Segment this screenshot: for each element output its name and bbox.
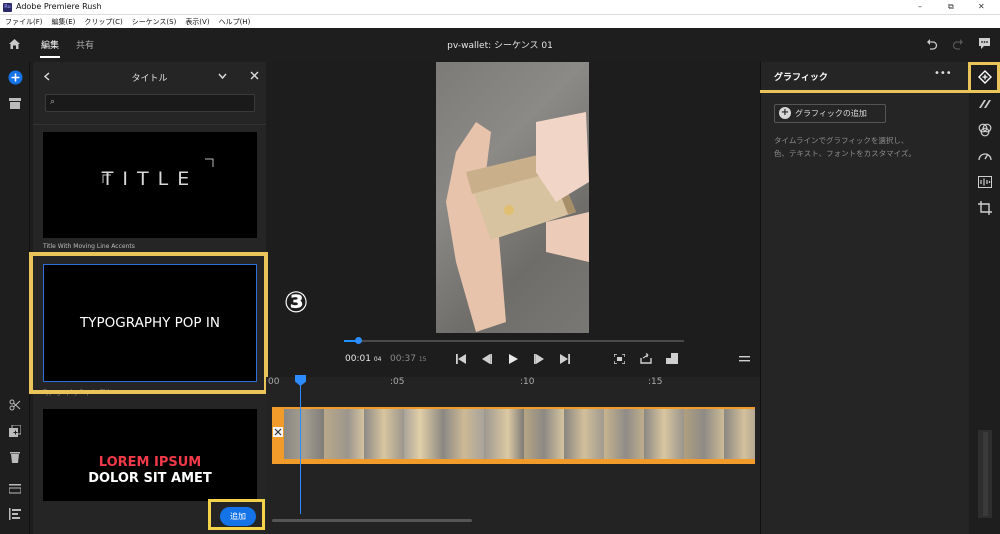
title-caption: Title With Moving Line Accents — [43, 243, 135, 250]
audio-meter-bar — [983, 432, 988, 516]
video-preview[interactable] — [436, 62, 589, 333]
thumb-text: TITLE — [101, 168, 199, 190]
clip-frame — [564, 409, 604, 459]
step-forward-icon[interactable] — [534, 354, 544, 364]
help-line: 色、テキスト、フォントをカスタマイズ。 — [774, 149, 916, 158]
playhead-line[interactable] — [300, 377, 301, 514]
title-thumbnail-lorem-ipsum[interactable]: LOREM IPSUM DOLOR SIT AMET — [43, 409, 257, 501]
speed-icon[interactable] — [978, 150, 992, 162]
menu-help[interactable]: ヘルプ(H) — [219, 17, 251, 27]
clip-frame — [644, 409, 684, 459]
add-graphic-button[interactable]: + グラフィックの追加 — [774, 104, 886, 123]
track-controls-icon[interactable] — [9, 484, 21, 494]
clip-frame — [404, 409, 444, 459]
scrub-handle[interactable] — [354, 337, 362, 344]
graphics-header-highlight — [760, 90, 969, 93]
left-toolbar — [0, 62, 30, 534]
preview-frame-image — [446, 112, 589, 332]
step-back-icon[interactable] — [482, 354, 492, 364]
skip-to-start-icon[interactable] — [456, 354, 466, 364]
menu-clip[interactable]: クリップ(C) — [84, 17, 122, 27]
ruler-tick: :05 — [390, 377, 405, 387]
more-options-icon[interactable]: ••• — [934, 68, 952, 79]
clip-frame — [444, 409, 484, 459]
ruler-tick: 00 — [268, 377, 280, 387]
color-icon[interactable] — [978, 123, 992, 137]
clip-frame — [364, 409, 404, 459]
clip-frame — [604, 409, 644, 459]
window-title: Adobe Premiere Rush — [16, 2, 102, 11]
skip-to-end-icon[interactable] — [560, 354, 570, 364]
timeline-list-icon[interactable] — [9, 508, 21, 520]
add-media-icon[interactable] — [8, 70, 23, 85]
clip-frame — [524, 409, 564, 459]
top-bar: 編集 共有 pv-wallet: シーケンス 01 — [0, 28, 1000, 62]
tab-edit-underline — [40, 56, 60, 58]
ruler-tick: :10 — [520, 377, 535, 387]
feedback-icon[interactable] — [978, 37, 991, 50]
menu-sequence[interactable]: シーケンス(S) — [132, 17, 177, 27]
duplicate-icon[interactable] — [9, 425, 21, 437]
help-line: タイムラインでグラフィックを選択し、 — [774, 136, 909, 145]
audio-icon[interactable] — [978, 176, 992, 188]
restore-icon[interactable]: ⧉ — [948, 2, 954, 12]
menu-file[interactable]: ファイル(F) — [5, 17, 43, 27]
play-icon[interactable] — [508, 354, 518, 364]
add-graphic-label: グラフィックの追加 — [795, 109, 867, 118]
redo-icon[interactable] — [952, 38, 964, 50]
search-input[interactable]: ⌕ — [45, 94, 255, 112]
thumb-text-line1: LOREM IPSUM — [98, 455, 202, 470]
clip-frame — [284, 409, 324, 459]
menu-lines-icon[interactable] — [739, 356, 750, 362]
close-window-icon[interactable]: ✕ — [978, 2, 985, 11]
add-button-highlight — [208, 499, 265, 530]
export-frame-icon[interactable] — [640, 353, 652, 364]
menu-view[interactable]: 表示(V) — [185, 17, 209, 27]
aspect-ratio-icon[interactable] — [666, 353, 678, 364]
thumb-text-line2: DOLOR SIT AMET — [88, 471, 212, 486]
total-time: 00:37 15 — [390, 354, 427, 364]
fit-frame-icon[interactable] — [614, 354, 625, 364]
graphics-panel — [760, 62, 969, 534]
transitions-icon[interactable] — [978, 98, 992, 110]
split-scissors-icon[interactable] — [9, 399, 21, 411]
selection-highlight — [29, 252, 268, 394]
graphics-panel-title: グラフィック — [774, 73, 828, 83]
panel-title: タイトル — [131, 74, 168, 84]
chevron-down-icon[interactable] — [218, 73, 227, 80]
document-title: pv-wallet: シーケンス 01 — [447, 41, 553, 51]
project-icon[interactable] — [9, 98, 21, 109]
menu-edit[interactable]: 編集(E) — [52, 17, 76, 27]
clip-frame — [324, 409, 364, 459]
graphics-help-text: タイムラインでグラフィックを選択し、 色、テキスト、フォントをカスタマイズ。 — [774, 134, 954, 160]
crop-icon[interactable] — [978, 201, 992, 215]
scrub-track[interactable] — [344, 340, 684, 342]
undo-icon[interactable] — [926, 38, 938, 50]
ruler-tick: :15 — [648, 377, 663, 387]
panel-header: タイトル — [33, 62, 266, 90]
app-icon: Ru — [3, 3, 12, 12]
clip-frame — [684, 409, 724, 459]
timeline-scrollbar[interactable] — [272, 519, 472, 522]
plus-circle-icon: + — [779, 107, 791, 119]
step-marker: ③ — [283, 285, 309, 319]
graphics-tool-highlight — [968, 62, 1000, 93]
clip-handle-icon[interactable] — [273, 427, 283, 437]
current-time: 00:01 04 — [345, 354, 382, 364]
window-titlebar: Ru Adobe Premiere Rush – ⧉ ✕ — [0, 0, 1000, 15]
search-icon: ⌕ — [50, 97, 56, 107]
close-panel-icon[interactable] — [250, 71, 259, 80]
clip-frame — [484, 409, 524, 459]
delete-icon[interactable] — [10, 451, 20, 463]
minimize-icon[interactable]: – — [918, 2, 922, 11]
clip-filmstrip — [284, 409, 755, 459]
panel-divider — [33, 124, 266, 125]
title-thumbnail-moving-lines[interactable]: TITLE — [43, 132, 257, 238]
menu-bar: ファイル(F) 編集(E) クリップ(C) シーケンス(S) 表示(V) ヘルプ… — [0, 15, 1000, 28]
clip-frame — [724, 409, 755, 459]
